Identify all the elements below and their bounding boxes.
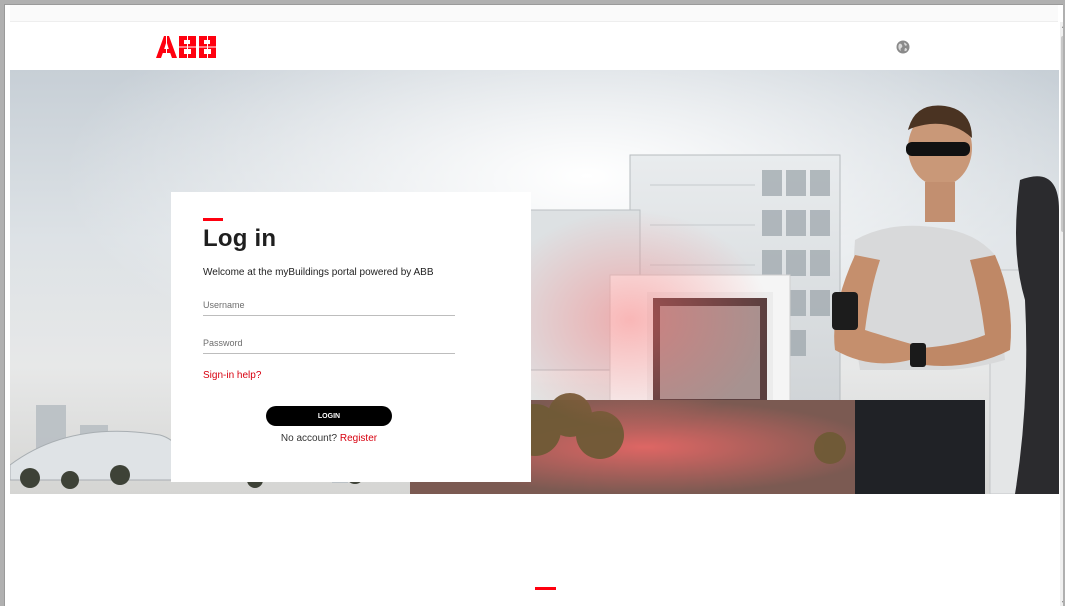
welcome-text: Welcome at the myBuildings portal powere… — [203, 267, 434, 278]
login-title: Log in — [203, 225, 277, 252]
register-link[interactable]: Register — [340, 433, 377, 444]
top-strip — [10, 5, 1058, 22]
hero-banner: Log in Welcome at the myBuildings portal… — [10, 70, 1059, 494]
scroll-up-arrow-icon[interactable]: ▴ — [1060, 24, 1063, 30]
globe-icon[interactable] — [896, 40, 910, 54]
sign-in-help-link[interactable]: Sign-in help? — [203, 370, 261, 381]
login-card: Log in Welcome at the myBuildings portal… — [171, 192, 531, 482]
scroll-thumb[interactable] — [1061, 36, 1063, 232]
login-button[interactable]: LOGIN — [266, 406, 392, 426]
password-input[interactable] — [203, 333, 455, 354]
vertical-scrollbar[interactable]: ▴ ▾ — [1060, 22, 1063, 606]
browser-window: Log in Welcome at the myBuildings portal… — [4, 4, 1063, 606]
site-header — [10, 22, 1059, 70]
scroll-down-arrow-icon[interactable]: ▾ — [1060, 600, 1063, 606]
title-accent-bar — [203, 218, 223, 221]
hero-image — [10, 70, 1059, 494]
no-account-row: No account? Register — [171, 433, 487, 444]
abb-logo[interactable] — [156, 34, 218, 60]
no-account-text: No account? — [280, 433, 338, 444]
username-input[interactable] — [203, 295, 455, 316]
section-accent-bar — [535, 587, 556, 590]
